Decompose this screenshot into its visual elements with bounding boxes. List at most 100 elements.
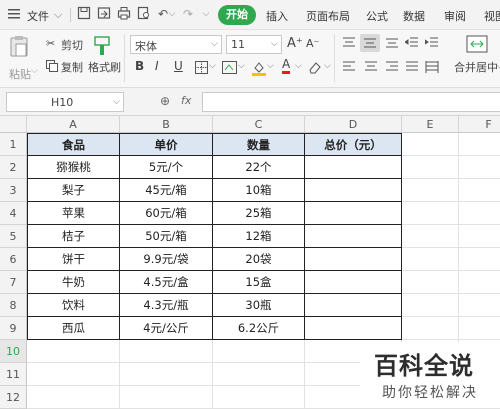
row-header-7[interactable]: 7 [0,271,27,294]
table-cell[interactable] [305,271,402,294]
table-cell[interactable]: 饼干 [27,248,120,271]
format-painter-button[interactable]: 格式刷 [88,59,121,75]
tab-view[interactable]: 视图 [484,8,500,24]
clear-format-icon[interactable] [308,61,322,74]
fill-color-dropdown-icon[interactable]: ⌵ [267,61,274,71]
quick-access-dropdown-icon[interactable]: ⌵ [198,6,214,22]
table-cell[interactable] [305,225,402,248]
tab-page-layout[interactable]: 页面布局 [306,8,350,24]
table-cell[interactable]: 牛奶 [27,271,120,294]
redo-icon[interactable]: ↷ [180,6,196,22]
decrease-indent-icon[interactable] [404,37,419,49]
tab-formulas[interactable]: 公式 [366,8,388,24]
table-cell[interactable]: 饮料 [27,294,120,317]
print-preview-icon[interactable] [136,6,152,22]
column-header-e[interactable]: E [402,116,459,133]
tab-review[interactable]: 审阅 [444,8,466,24]
table-cell[interactable]: 西瓜 [27,317,120,340]
column-header-a[interactable]: A [27,116,120,133]
cell-style-icon[interactable] [222,61,237,74]
select-all-corner[interactable] [0,116,27,133]
align-bottom-icon[interactable] [385,37,399,49]
merge-center-icon[interactable] [466,34,488,54]
row-header-5[interactable]: 5 [0,225,27,248]
paste-dropdown-icon[interactable]: ⌵ [31,66,38,76]
row-header-1[interactable]: 1 [0,133,27,156]
table-cell[interactable] [305,156,402,179]
align-right-icon[interactable] [385,61,399,73]
paste-button[interactable]: 粘贴 [9,66,31,82]
table-cell[interactable] [305,294,402,317]
table-header-cell[interactable]: 总价（元） [305,133,402,156]
table-cell[interactable]: 4.5元/盒 [120,271,213,294]
increase-font-button[interactable]: A⁺ [287,36,303,51]
table-cell[interactable]: 苹果 [27,202,120,225]
clear-format-dropdown-icon[interactable]: ⌵ [324,61,331,71]
print-icon[interactable] [116,6,132,22]
save-icon[interactable] [76,6,92,22]
table-cell[interactable]: 10箱 [213,179,305,202]
zoom-icon[interactable]: ⊕ [160,94,170,108]
font-color-dropdown-icon[interactable]: ⌵ [295,61,302,71]
font-size-select[interactable]: 11 ⌵ [226,35,282,54]
font-name-select[interactable]: 宋体 ⌵ [130,35,222,54]
table-cell[interactable] [305,202,402,225]
cell-style-dropdown-icon[interactable]: ⌵ [238,61,245,71]
row-header-3[interactable]: 3 [0,179,27,202]
table-cell[interactable] [305,248,402,271]
table-header-cell[interactable]: 食品 [27,133,120,156]
table-cell[interactable] [305,317,402,340]
borders-dropdown-icon[interactable]: ⌵ [209,61,216,71]
row-header-6[interactable]: 6 [0,248,27,271]
export-icon[interactable] [96,6,112,22]
table-cell[interactable]: 25箱 [213,202,305,225]
table-cell[interactable]: 30瓶 [213,294,305,317]
table-cell[interactable]: 12箱 [213,225,305,248]
row-header-2[interactable]: 2 [0,156,27,179]
table-cell[interactable]: 60元/箱 [120,202,213,225]
row-header-4[interactable]: 4 [0,202,27,225]
menu-icon[interactable] [8,8,20,20]
align-left-icon[interactable] [342,61,356,73]
name-box[interactable]: H10 ⌵ [6,92,124,112]
column-header-b[interactable]: B [120,116,213,133]
align-center-icon[interactable] [364,61,378,73]
bold-button[interactable]: B [135,59,144,73]
table-cell[interactable] [305,179,402,202]
column-header-d[interactable]: D [305,116,402,133]
table-cell[interactable]: 5元/个 [120,156,213,179]
file-menu[interactable]: 文件 [27,8,49,24]
row-header-8[interactable]: 8 [0,294,27,317]
undo-dropdown-icon[interactable]: ⌵ [168,6,176,22]
increase-indent-icon[interactable] [424,37,439,49]
copy-icon[interactable] [46,60,58,72]
table-cell[interactable]: 20袋 [213,248,305,271]
table-cell[interactable]: 6.2公斤 [213,317,305,340]
copy-button[interactable]: 复制 [61,59,83,75]
table-cell[interactable]: 22个 [213,156,305,179]
table-cell[interactable]: 9.9元/袋 [120,248,213,271]
table-cell[interactable]: 猕猴桃 [27,156,120,179]
table-cell[interactable]: 50元/箱 [120,225,213,248]
column-header-f[interactable]: F [459,116,500,133]
table-cell[interactable]: 梨子 [27,179,120,202]
row-header-12[interactable]: 12 [0,386,27,409]
insert-function-button[interactable]: fx [181,94,191,107]
formula-input[interactable] [202,92,500,112]
format-painter-icon[interactable] [93,35,111,57]
column-header-c[interactable]: C [213,116,305,133]
file-menu-chevron-icon[interactable]: ⌵ [54,8,62,22]
row-header-9[interactable]: 9 [0,317,27,340]
table-cell[interactable]: 4.3元/瓶 [120,294,213,317]
tab-home[interactable]: 开始 [218,5,256,25]
borders-icon[interactable] [195,61,208,74]
distributed-align-icon[interactable] [425,61,439,73]
justify-icon[interactable] [405,61,419,73]
italic-button[interactable]: I [155,59,159,73]
table-header-cell[interactable]: 数量 [213,133,305,156]
table-header-cell[interactable]: 单价 [120,133,213,156]
font-color-button[interactable]: A [282,57,291,74]
underline-button[interactable]: U [174,59,183,73]
fill-color-icon[interactable] [252,60,266,76]
align-top-icon[interactable] [342,37,356,49]
